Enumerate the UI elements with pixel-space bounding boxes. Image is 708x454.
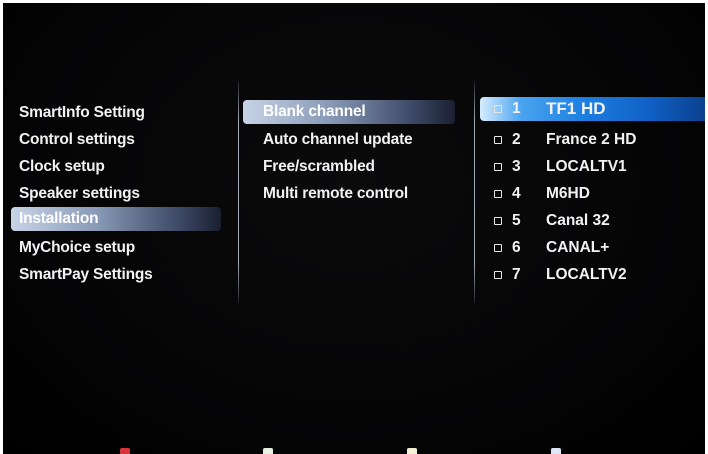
menu-item-speaker-settings[interactable]: Speaker settings: [11, 182, 221, 206]
menu-item-label: Clock setup: [19, 158, 105, 175]
blue-key-icon[interactable]: [551, 448, 561, 454]
yellow-key-icon[interactable]: [407, 448, 417, 454]
channel-name: CANAL+: [546, 239, 610, 256]
menu-item-label: Free/scrambled: [263, 158, 375, 175]
menu-item-mychoice-setup[interactable]: MyChoice setup: [11, 236, 221, 260]
channel-row[interactable]: 1 TF1 HD: [480, 97, 705, 121]
menu-item-multi-remote-control[interactable]: Multi remote control: [243, 182, 455, 206]
channel-number: 4: [512, 185, 521, 202]
menu-item-label: MyChoice setup: [19, 239, 136, 256]
checkbox[interactable]: [494, 163, 502, 171]
menu-item-installation[interactable]: Installation: [11, 207, 221, 231]
menu-item-label: Auto channel update: [263, 131, 413, 148]
checkbox[interactable]: [494, 217, 502, 225]
channel-number: 3: [512, 158, 521, 175]
tv-screen: SmartInfo Setting Control settings Clock…: [3, 3, 705, 454]
menu-item-label: Control settings: [19, 131, 135, 148]
menu-item-label: Speaker settings: [19, 185, 140, 202]
menu-item-label: Blank channel: [263, 103, 366, 120]
channel-name: Canal 32: [546, 212, 610, 229]
channel-name: M6HD: [546, 185, 590, 202]
channel-row[interactable]: 2 France 2 HD: [480, 128, 705, 152]
checkbox[interactable]: [494, 244, 502, 252]
channel-row[interactable]: 7 LOCALTV2: [480, 263, 705, 287]
menu-item-label: SmartPay Settings: [19, 266, 153, 283]
checkbox[interactable]: [494, 271, 502, 279]
channel-number: 7: [512, 266, 521, 283]
menu-item-blank-channel[interactable]: Blank channel: [243, 100, 455, 124]
menu-item-smartpay-settings[interactable]: SmartPay Settings: [11, 263, 221, 287]
channel-number: 5: [512, 212, 521, 229]
channel-name: LOCALTV1: [546, 158, 627, 175]
menu-item-auto-channel-update[interactable]: Auto channel update: [243, 128, 455, 152]
channel-row[interactable]: 4 M6HD: [480, 182, 705, 206]
channel-name: France 2 HD: [546, 131, 637, 148]
column-divider: [474, 81, 475, 303]
channel-name: LOCALTV2: [546, 266, 627, 283]
channel-row[interactable]: 5 Canal 32: [480, 209, 705, 233]
green-key-icon[interactable]: [263, 448, 273, 454]
menu-item-control-settings[interactable]: Control settings: [11, 128, 221, 152]
red-key-icon[interactable]: [120, 448, 130, 454]
checkbox[interactable]: [494, 136, 502, 144]
channel-row[interactable]: 6 CANAL+: [480, 236, 705, 260]
checkbox[interactable]: [494, 190, 502, 198]
channel-number: 2: [512, 131, 521, 148]
column-divider: [238, 81, 239, 303]
menu-item-free-scrambled[interactable]: Free/scrambled: [243, 155, 455, 179]
menu-item-label: SmartInfo Setting: [19, 104, 145, 121]
channel-number: 1: [512, 100, 521, 117]
checkbox[interactable]: [494, 105, 502, 113]
channel-row[interactable]: 3 LOCALTV1: [480, 155, 705, 179]
menu-item-clock-setup[interactable]: Clock setup: [11, 155, 221, 179]
menu-item-label: Installation: [19, 210, 99, 227]
menu-item-smartinfo-setting[interactable]: SmartInfo Setting: [11, 101, 221, 125]
channel-number: 6: [512, 239, 521, 256]
menu-item-label: Multi remote control: [263, 185, 408, 202]
channel-name: TF1 HD: [546, 99, 606, 118]
